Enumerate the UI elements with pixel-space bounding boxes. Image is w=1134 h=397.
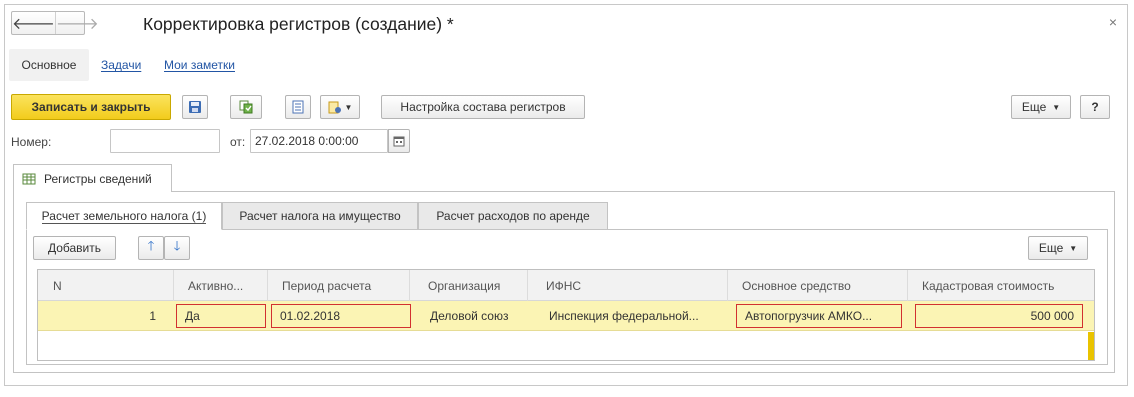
column-cadastral[interactable]: Кадастровая стоимость — [908, 270, 1090, 301]
close-icon[interactable]: × — [1109, 14, 1117, 30]
move-up-button[interactable]: 🡑 — [138, 236, 164, 260]
column-active[interactable]: Активно... — [174, 270, 268, 301]
cell-cadastral[interactable]: 500 000 — [915, 304, 1083, 328]
chevron-down-icon: ▼ — [1052, 102, 1061, 112]
post-icon — [239, 100, 253, 114]
chevron-down-icon: ▼ — [344, 102, 353, 112]
save-icon — [189, 101, 201, 113]
column-period[interactable]: Период расчета — [268, 270, 410, 301]
tab-registers[interactable]: Регистры сведений — [13, 164, 172, 192]
table-more-label: Еще — [1038, 241, 1064, 255]
create-based-on-icon — [328, 101, 341, 114]
move-down-button[interactable]: 🡓 — [164, 236, 190, 260]
document-list-icon — [292, 100, 304, 114]
document-window: 🡐 🡒 Корректировка регистров (создание) *… — [4, 4, 1128, 386]
window-title: Корректировка регистров (создание) * — [143, 14, 454, 34]
arrow-down-icon: 🡓 — [173, 238, 181, 253]
back-button[interactable]: 🡐 — [12, 12, 55, 34]
register-setup-button[interactable]: Настройка состава регистров — [381, 95, 585, 119]
registers-table: N Активно... Период расчета Организация … — [37, 269, 1095, 361]
cell-ifns[interactable]: Инспекция федеральной... — [549, 301, 725, 331]
more-label: Еще — [1021, 100, 1047, 114]
table-header: N Активно... Период расчета Организация … — [38, 270, 1094, 301]
chevron-down-icon: ▼ — [1069, 243, 1078, 253]
subtab-land-tax[interactable]: Расчет земельного налога (1) — [26, 202, 222, 230]
date-field[interactable]: 27.02.2018 0:00:00 — [250, 129, 388, 153]
number-field[interactable] — [110, 129, 220, 153]
table-icon — [22, 173, 36, 184]
subtab-land-tax-label: Расчет земельного налога (1) — [41, 208, 207, 224]
cell-organization[interactable]: Деловой союз — [430, 301, 526, 331]
table-more-button[interactable]: Еще ▼ — [1028, 236, 1088, 260]
arrow-left-icon: 🡐 — [12, 15, 55, 33]
subtab-rent-expenses[interactable]: Расчет расходов по аренде — [418, 202, 608, 230]
calendar-button[interactable] — [388, 129, 410, 153]
arrow-up-icon: 🡑 — [147, 238, 155, 253]
add-button[interactable]: Добавить — [33, 236, 116, 260]
column-organization[interactable]: Организация — [410, 270, 528, 301]
section-tasks-link[interactable]: Задачи — [101, 58, 141, 72]
post-button[interactable] — [230, 95, 262, 119]
help-button[interactable]: ? — [1080, 95, 1110, 119]
arrow-right-icon: 🡒 — [55, 15, 99, 33]
section-main[interactable]: Основное — [9, 49, 89, 81]
save-and-close-button[interactable]: Записать и закрыть — [11, 94, 171, 120]
more-button[interactable]: Еще ▼ — [1011, 95, 1071, 119]
number-label: Номер: — [11, 135, 52, 149]
column-n[interactable]: N — [38, 270, 174, 301]
save-button[interactable] — [182, 95, 208, 119]
column-ifns[interactable]: ИФНС — [528, 270, 728, 301]
column-asset[interactable]: Основное средство — [728, 270, 908, 301]
cell-n[interactable]: 1 — [38, 301, 156, 331]
navigation-buttons: 🡐 🡒 — [11, 11, 99, 35]
cell-active[interactable]: Да — [176, 304, 266, 328]
tab-registers-label: Регистры сведений — [44, 171, 152, 186]
create-based-on-button[interactable]: ▼ — [320, 95, 360, 119]
document-list-button[interactable] — [285, 95, 311, 119]
calendar-icon — [393, 136, 405, 147]
date-label: от: — [230, 135, 246, 149]
cell-period[interactable]: 01.02.2018 — [271, 304, 411, 328]
table-scrollbar[interactable] — [1088, 332, 1094, 360]
forward-button[interactable]: 🡒 — [54, 12, 99, 34]
cell-asset[interactable]: Автопогрузчик АМКО... — [736, 304, 902, 328]
subtab-property-tax[interactable]: Расчет налога на имущество — [222, 202, 418, 230]
section-notes-link[interactable]: Мои заметки — [164, 58, 235, 72]
table-row[interactable]: 1 Да 01.02.2018 Деловой союз Инспекция ф… — [38, 301, 1094, 360]
